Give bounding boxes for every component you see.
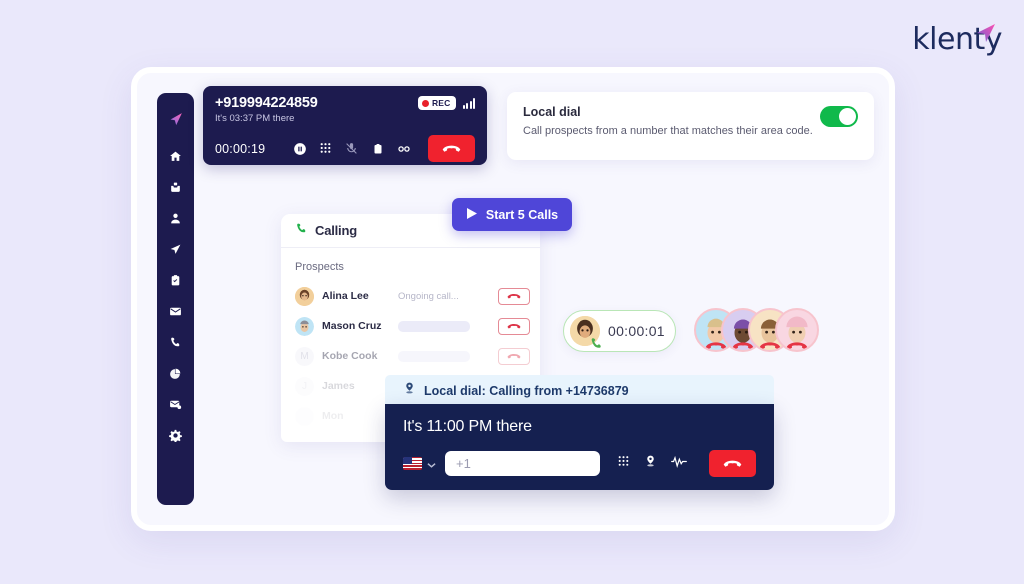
sidebar-item-calls[interactable] bbox=[162, 328, 190, 356]
hangup-phone-icon bbox=[507, 353, 521, 358]
sidebar-item-templates[interactable] bbox=[162, 390, 190, 418]
local-dial-text-block: Local dial Call prospects from a number … bbox=[523, 105, 813, 137]
call-card-header: +919994224859 It's 03:37 PM there REC bbox=[215, 95, 475, 124]
call-card-controls: 00:00:19 bbox=[215, 135, 475, 162]
record-dot-icon bbox=[421, 99, 429, 107]
start-calls-label: Start 5 Calls bbox=[485, 207, 559, 222]
avatar bbox=[295, 316, 314, 336]
local-dial-banner-text: Local dial: Calling from +14736879 bbox=[424, 383, 629, 398]
table-row[interactable]: M Kobe Cook bbox=[281, 341, 540, 371]
notes-icon[interactable] bbox=[370, 141, 385, 156]
signal-bars-icon bbox=[462, 97, 475, 109]
prospect-status: Ongoing call... bbox=[398, 290, 459, 302]
table-row[interactable]: Mason Cruz bbox=[281, 311, 540, 341]
call-local-time: It's 03:37 PM there bbox=[215, 113, 295, 124]
calling-label: Calling bbox=[315, 223, 357, 238]
hangup-phone-icon bbox=[507, 323, 521, 328]
send-arrow-icon bbox=[973, 22, 999, 53]
phone-green-badge-icon bbox=[589, 336, 604, 348]
woman-avatar-icon bbox=[570, 316, 601, 348]
local-dial-title: Local dial bbox=[523, 105, 581, 119]
prospect-name: Mason Cruz bbox=[322, 320, 382, 332]
call-status-badges: REC bbox=[417, 96, 475, 110]
recording-badge: REC bbox=[417, 96, 456, 110]
chevron-down-icon bbox=[427, 455, 436, 473]
sidebar-item-reports[interactable] bbox=[162, 359, 190, 387]
sidebar bbox=[157, 93, 194, 505]
country-selector[interactable] bbox=[403, 455, 436, 473]
avatar: M bbox=[295, 346, 314, 366]
dialer-panel: It's 11:00 PM there +1 bbox=[385, 404, 774, 490]
sidebar-item-home[interactable] bbox=[162, 142, 190, 170]
timer-value: 00:00:01 bbox=[608, 323, 665, 339]
mic-off-icon[interactable] bbox=[344, 141, 359, 156]
hangup-phone-icon bbox=[442, 145, 461, 152]
call-action-icons bbox=[292, 135, 475, 162]
dialer-local-time: It's 11:00 PM there bbox=[403, 418, 532, 435]
sidebar-item-cadences[interactable] bbox=[162, 235, 190, 263]
toggle-knob bbox=[839, 108, 856, 125]
pause-circle-icon[interactable] bbox=[292, 141, 307, 156]
avatar bbox=[295, 286, 314, 306]
sidebar-item-inbox[interactable] bbox=[162, 173, 190, 201]
sidebar-item-mail[interactable] bbox=[162, 297, 190, 325]
dialer-hangup-button[interactable] bbox=[709, 450, 756, 477]
dialer-input-row: +1 bbox=[403, 450, 756, 477]
dialpad-icon[interactable] bbox=[617, 455, 630, 473]
call-phone-number: +919994224859 bbox=[215, 95, 318, 111]
sidebar-item-settings[interactable] bbox=[162, 421, 190, 449]
local-dial-toggle[interactable] bbox=[820, 106, 858, 127]
avatar bbox=[295, 406, 314, 426]
local-dial-description: Call prospects from a number that matche… bbox=[523, 125, 813, 137]
call-timer-pill: 00:00:01 bbox=[563, 310, 676, 352]
phone-green-icon bbox=[295, 222, 308, 240]
phone-number-input[interactable]: +1 bbox=[445, 451, 600, 476]
waveform-icon[interactable] bbox=[671, 455, 687, 473]
brand-logo: klenty bbox=[912, 22, 1002, 57]
hangup-phone-icon bbox=[507, 293, 521, 298]
prospects-section-label: Prospects bbox=[295, 261, 344, 273]
prospect-name: Alina Lee bbox=[322, 290, 369, 302]
row-hangup-button[interactable] bbox=[498, 347, 530, 365]
row-hangup-button[interactable] bbox=[498, 317, 530, 335]
start-calls-button[interactable]: Start 5 Calls bbox=[452, 198, 572, 231]
location-pin-icon[interactable] bbox=[644, 454, 657, 473]
dialer-action-icons bbox=[617, 450, 756, 477]
dialpad-icon[interactable] bbox=[318, 141, 333, 156]
sidebar-item-prospects[interactable] bbox=[162, 204, 190, 232]
local-dial-setting-panel: Local dial Call prospects from a number … bbox=[507, 92, 874, 160]
avatar[interactable] bbox=[775, 308, 819, 352]
call-duration: 00:00:19 bbox=[215, 141, 266, 156]
row-hangup-button[interactable] bbox=[498, 287, 530, 305]
us-flag-icon bbox=[403, 457, 422, 470]
transfer-icon[interactable] bbox=[396, 141, 411, 156]
rec-label: REC bbox=[431, 98, 451, 108]
location-pin-icon bbox=[403, 381, 416, 400]
prospect-status-placeholder bbox=[398, 320, 470, 332]
hangup-phone-icon bbox=[723, 460, 742, 467]
local-dial-banner: Local dial: Calling from +14736879 bbox=[385, 375, 774, 406]
table-row[interactable]: Alina Lee Ongoing call... bbox=[281, 281, 540, 311]
active-call-card: +919994224859 It's 03:37 PM there REC 00… bbox=[203, 86, 487, 165]
sidebar-item-klenty-logo[interactable] bbox=[162, 105, 190, 133]
prospect-status-placeholder bbox=[398, 350, 470, 362]
avatar: J bbox=[295, 376, 314, 396]
play-icon bbox=[466, 207, 478, 223]
prospect-name: Kobe Cook bbox=[322, 350, 378, 362]
sidebar-item-tasks[interactable] bbox=[162, 266, 190, 294]
hangup-badge-icon bbox=[786, 338, 808, 350]
hangup-button[interactable] bbox=[428, 135, 475, 162]
